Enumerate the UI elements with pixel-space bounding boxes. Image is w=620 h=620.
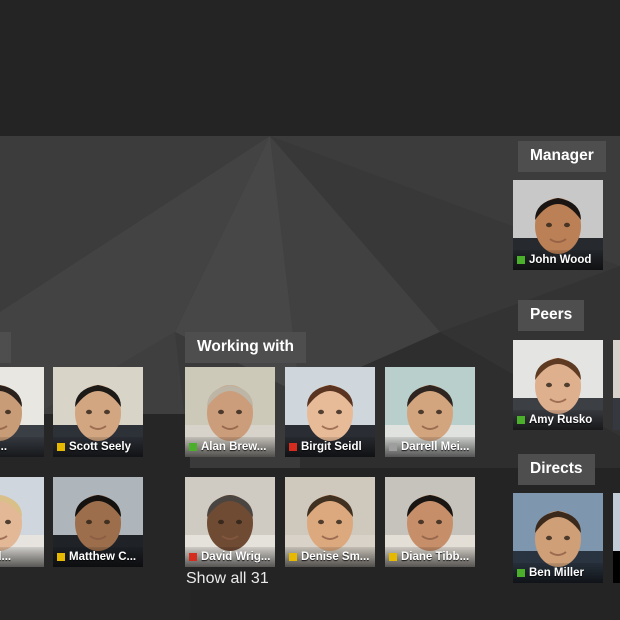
presence-status-icon [189, 553, 197, 561]
presence-status-icon [57, 443, 65, 451]
person-tile[interactable] [613, 493, 620, 583]
person-name-bar: n Sel... [0, 437, 44, 457]
top-dark-band [0, 0, 620, 136]
person-name-bar: John Wood [513, 250, 603, 270]
presence-status-icon [289, 553, 297, 561]
person-tile[interactable]: n Sel... [0, 367, 44, 457]
person-name: David Wrig... [201, 551, 271, 563]
person-tile[interactable]: y And... [0, 477, 44, 567]
group-label-manager: Manager [518, 141, 606, 172]
person-name-bar: y And... [0, 547, 44, 567]
person-tile[interactable]: Ben Miller [513, 493, 603, 583]
group-label-working-with: Working with [185, 332, 307, 363]
group-label-left-group: h [0, 332, 12, 363]
presence-status-icon [517, 569, 525, 577]
group-label-peers: Peers [518, 300, 585, 331]
person-name-bar: Amy Rusko [513, 410, 603, 430]
person-name: Alan Brew... [201, 441, 267, 453]
person-tile[interactable] [613, 340, 620, 430]
contact-card-stage: R LEAD h n Sel... Scott Seely y And... [0, 0, 620, 620]
person-name: Birgit Seidl [301, 441, 362, 453]
person-name-bar: Birgit Seidl [285, 437, 375, 457]
person-name: Denise Sm... [301, 551, 370, 563]
person-name: Ben Miller [529, 567, 584, 579]
presence-status-icon [389, 443, 397, 451]
person-tile[interactable]: Matthew C... [53, 477, 143, 567]
person-avatar [613, 340, 620, 430]
person-tile[interactable]: Darrell Mei... [385, 367, 475, 457]
person-name: n Sel... [0, 441, 8, 453]
person-name-bar: Ben Miller [513, 563, 603, 583]
person-avatar [613, 493, 620, 583]
person-name: Matthew C... [69, 551, 137, 563]
person-tile[interactable]: John Wood [513, 180, 603, 270]
person-name: Diane Tibb... [401, 551, 470, 563]
person-tile[interactable]: Alan Brew... [185, 367, 275, 457]
person-name-bar: Scott Seely [53, 437, 143, 457]
person-name: y And... [0, 551, 12, 563]
show-all-link[interactable]: Show all 31 [186, 570, 269, 588]
person-tile[interactable]: Denise Sm... [285, 477, 375, 567]
person-name-bar: Matthew C... [53, 547, 143, 567]
person-name: Darrell Mei... [401, 441, 470, 453]
person-name-bar: Denise Sm... [285, 547, 375, 567]
person-name-bar: Diane Tibb... [385, 547, 475, 567]
presence-status-icon [517, 416, 525, 424]
person-tile[interactable]: David Wrig... [185, 477, 275, 567]
person-name-bar: David Wrig... [185, 547, 275, 567]
presence-status-icon [289, 443, 297, 451]
group-label-directs: Directs [518, 454, 595, 485]
person-tile[interactable]: Scott Seely [53, 367, 143, 457]
presence-status-icon [189, 443, 197, 451]
person-tile[interactable]: Birgit Seidl [285, 367, 375, 457]
presence-status-icon [517, 256, 525, 264]
person-tile[interactable]: Diane Tibb... [385, 477, 475, 567]
presence-status-icon [57, 553, 65, 561]
person-name-bar: Darrell Mei... [385, 437, 475, 457]
person-tile[interactable]: Amy Rusko [513, 340, 603, 430]
person-name: Scott Seely [69, 441, 131, 453]
person-name-bar: Alan Brew... [185, 437, 275, 457]
presence-status-icon [389, 553, 397, 561]
person-name: John Wood [529, 254, 592, 266]
person-name: Amy Rusko [529, 414, 593, 426]
